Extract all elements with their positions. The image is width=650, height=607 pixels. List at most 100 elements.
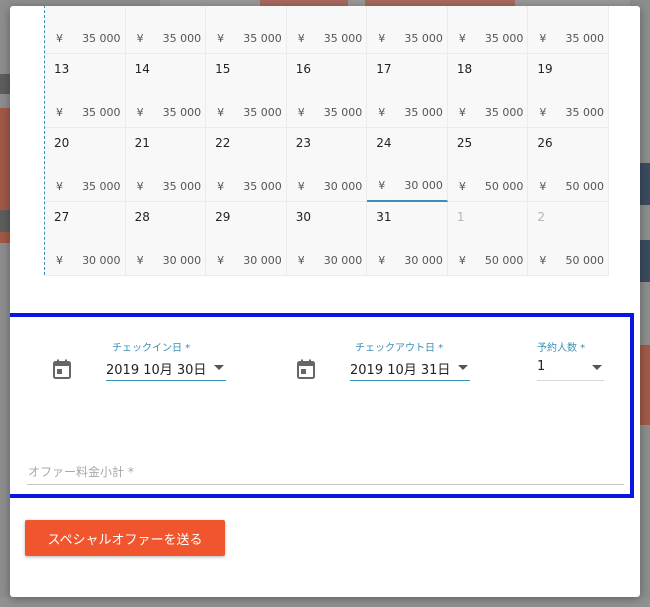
day-price: 35 000	[565, 106, 604, 119]
calendar-day-cell[interactable]: 26 ¥50 000	[528, 128, 609, 202]
day-number: 20	[54, 136, 70, 150]
checkout-label: チェックアウト日 *	[355, 343, 444, 354]
calendar-weeks: 13 ¥35 000 14 ¥35 000 15 ¥35 000 16 ¥35 000 17 ¥3…	[45, 54, 609, 276]
currency-symbol: ¥	[217, 32, 225, 45]
checkin-date-value: 2019 10月 30日	[106, 363, 207, 378]
currency-symbol: ¥	[136, 32, 144, 45]
day-price: 35 000	[484, 106, 524, 119]
day-number: 28	[134, 210, 150, 224]
calendar-day-cell[interactable]: 25 ¥50 000	[447, 128, 529, 202]
price-calendar: ¥35 000 ¥35 000 ¥35 000 ¥35 000 ¥35 000 ¥35 0…	[44, 6, 609, 276]
day-number: 29	[215, 210, 231, 224]
calendar-day-cell[interactable]: 19 ¥35 000	[528, 54, 609, 128]
day-price: 35 000	[243, 106, 282, 119]
day-price: 35 000	[484, 32, 524, 45]
day-number: 19	[537, 62, 553, 76]
calendar-day-cell[interactable]: 15 ¥35 000	[206, 54, 287, 128]
calendar-day-cell[interactable]: 28 ¥30 000	[125, 202, 207, 276]
day-price: 30 000	[323, 180, 363, 193]
day-price: 30 000	[404, 254, 443, 267]
calendar-day-cell[interactable]: 1 ¥50 000	[447, 202, 529, 276]
calendar-day-cell[interactable]: 22 ¥35 000	[206, 128, 287, 202]
currency-symbol: ¥	[56, 32, 63, 45]
calendar-day-cell[interactable]: 27 ¥30 000	[45, 202, 126, 276]
calendar-icon[interactable]	[53, 359, 71, 379]
chevron-down-icon	[214, 365, 224, 370]
checkin-date-select[interactable]: 2019 10月 30日	[106, 357, 226, 381]
day-price: 30 000	[243, 254, 282, 267]
calendar-day-cell[interactable]: 24 ¥30 000	[367, 128, 448, 202]
day-price: 35 000	[162, 180, 202, 193]
day-number: 31	[376, 210, 392, 224]
calendar-day-cell[interactable]: ¥35 000	[125, 6, 207, 54]
day-price: 35 000	[323, 32, 363, 45]
currency-symbol: ¥	[539, 254, 547, 267]
day-price: 50 000	[565, 180, 604, 193]
background-side-button	[640, 240, 650, 282]
day-price: 30 000	[323, 254, 363, 267]
calendar-day-cell[interactable]: 13 ¥35 000	[45, 54, 126, 128]
calendar-day-cell[interactable]: ¥35 000	[45, 6, 126, 54]
currency-symbol: ¥	[539, 32, 547, 45]
calendar-day-cell[interactable]: 29 ¥30 000	[206, 202, 287, 276]
day-number: 23	[295, 136, 311, 150]
currency-symbol: ¥	[458, 180, 466, 193]
currency-symbol: ¥	[297, 180, 305, 193]
day-price: 35 000	[565, 32, 604, 45]
day-number: 16	[295, 62, 311, 76]
currency-symbol: ¥	[297, 32, 305, 45]
guests-label: 予約人数 *	[537, 343, 586, 354]
currency-symbol: ¥	[297, 106, 305, 119]
checkin-label: チェックイン日 *	[112, 343, 191, 354]
calendar-day-cell[interactable]: 21 ¥35 000	[125, 128, 207, 202]
checkout-date-select[interactable]: 2019 10月 31日	[350, 357, 470, 381]
day-number: 22	[215, 136, 231, 150]
background-side-panel	[640, 345, 650, 425]
chevron-down-icon	[592, 365, 602, 370]
day-number: 18	[456, 62, 473, 76]
calendar-day-cell[interactable]: ¥35 000	[206, 6, 287, 54]
calendar-day-cell[interactable]: 30 ¥30 000	[286, 202, 368, 276]
chevron-down-icon	[458, 365, 468, 370]
calendar-day-cell[interactable]: 23 ¥30 000	[286, 128, 368, 202]
day-price: 30 000	[404, 179, 443, 192]
day-number: 17	[376, 62, 392, 76]
day-number: 25	[456, 136, 473, 150]
currency-symbol: ¥	[378, 32, 386, 45]
day-price: 50 000	[484, 254, 524, 267]
calendar-day-cell[interactable]: ¥35 000	[286, 6, 368, 54]
calendar-icon[interactable]	[297, 359, 315, 379]
calendar-day-cell[interactable]: 20 ¥35 000	[45, 128, 126, 202]
calendar-day-cell[interactable]: 14 ¥35 000	[125, 54, 207, 128]
calendar-day-cell[interactable]: 17 ¥35 000	[367, 54, 448, 128]
currency-symbol: ¥	[378, 254, 386, 267]
day-price: 35 000	[404, 32, 443, 45]
calendar-day-cell[interactable]: ¥35 000	[367, 6, 448, 54]
calendar-day-cell[interactable]: 31 ¥30 000	[367, 202, 448, 276]
offer-subtotal-field[interactable]: オファー料金小計 *	[27, 457, 624, 485]
currency-symbol: ¥	[539, 106, 547, 119]
day-number: 14	[134, 62, 150, 76]
calendar-day-cell[interactable]: 18 ¥35 000	[447, 54, 529, 128]
reservation-form: チェックイン日 * 2019 10月 30日 チェックアウト日 * 2019 1…	[10, 313, 634, 498]
day-price: 35 000	[82, 106, 121, 119]
send-special-offer-button[interactable]: スペシャルオファーを送る	[25, 520, 225, 556]
guests-select[interactable]: 1	[537, 357, 604, 381]
calendar-day-cell[interactable]: ¥35 000	[447, 6, 529, 54]
calendar-day-cell[interactable]: ¥35 000	[528, 6, 609, 54]
day-number: 21	[134, 136, 150, 150]
currency-symbol: ¥	[56, 180, 63, 193]
day-price: 30 000	[82, 254, 121, 267]
day-number: 30	[295, 210, 311, 224]
currency-symbol: ¥	[56, 254, 63, 267]
currency-symbol: ¥	[378, 179, 386, 192]
special-offer-modal: ¥35 000 ¥35 000 ¥35 000 ¥35 000 ¥35 000 ¥35 0…	[10, 6, 640, 597]
checkout-date-value: 2019 10月 31日	[350, 363, 451, 378]
currency-symbol: ¥	[378, 106, 386, 119]
currency-symbol: ¥	[136, 254, 144, 267]
currency-symbol: ¥	[56, 106, 63, 119]
day-number: 13	[54, 62, 70, 76]
calendar-day-cell[interactable]: 16 ¥35 000	[286, 54, 368, 128]
day-number: 26	[537, 136, 553, 150]
calendar-day-cell[interactable]: 2 ¥50 000	[528, 202, 609, 276]
